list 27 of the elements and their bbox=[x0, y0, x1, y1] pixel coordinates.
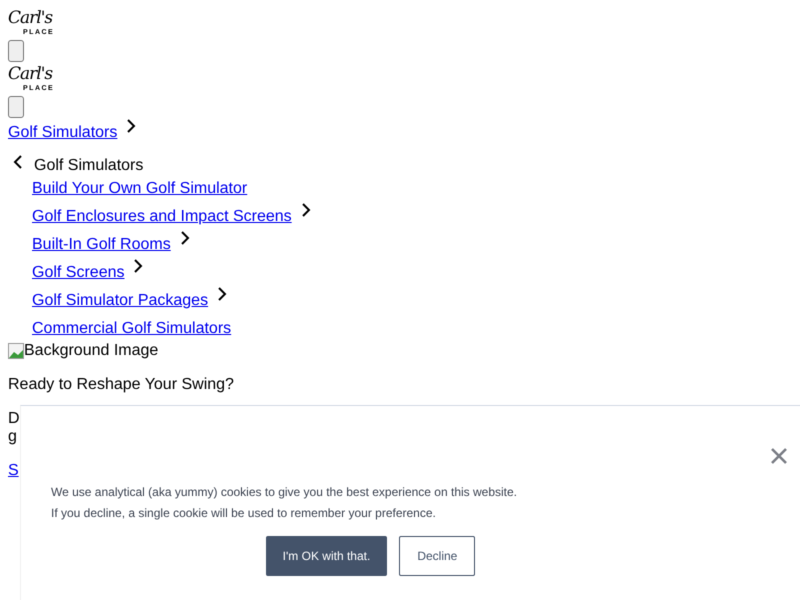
chevron-right-icon bbox=[125, 118, 138, 134]
broken-image-icon bbox=[8, 343, 24, 359]
decline-button[interactable]: Decline bbox=[399, 536, 476, 576]
submenu-link[interactable]: Golf Enclosures and Impact Screens bbox=[32, 208, 292, 226]
accept-button[interactable]: I'm OK with that. bbox=[266, 536, 388, 576]
menu-toggle-button[interactable] bbox=[8, 96, 24, 118]
menu-toggle-button[interactable] bbox=[8, 40, 24, 62]
hero-link[interactable]: S bbox=[8, 462, 19, 479]
paragraph-text: D bbox=[8, 410, 20, 427]
nav-link[interactable]: Golf Simulators bbox=[8, 124, 118, 142]
paragraph-text: g bbox=[8, 428, 17, 445]
heading: Ready to Reshape Your Swing? bbox=[8, 376, 235, 394]
submenu-link[interactable]: Golf Simulator Packages bbox=[32, 292, 208, 310]
close-icon[interactable] bbox=[770, 447, 788, 465]
submenu-link[interactable]: Build Your Own Golf Simulator bbox=[32, 180, 248, 198]
chevron-right-icon bbox=[300, 202, 312, 218]
cookie-text: If you decline, a single cookie will be used to remember your preference. bbox=[51, 505, 437, 522]
chevron-right-icon bbox=[178, 230, 191, 246]
submenu-title: Golf Simulators bbox=[34, 157, 144, 175]
image-alt-text: Background Image bbox=[24, 342, 158, 360]
chevron-right-icon bbox=[132, 258, 144, 274]
chevron-right-icon bbox=[216, 286, 228, 302]
submenu-link[interactable]: Golf Screens bbox=[32, 264, 124, 282]
chevron-left-icon[interactable] bbox=[12, 154, 24, 170]
cookie-text: We use analytical (aka yummy) cookies to give you the best experience on this website. bbox=[51, 484, 518, 501]
submenu-link[interactable]: Built-In Golf Rooms bbox=[32, 236, 171, 254]
submenu-link[interactable]: Commercial Golf Simulators bbox=[32, 320, 232, 338]
